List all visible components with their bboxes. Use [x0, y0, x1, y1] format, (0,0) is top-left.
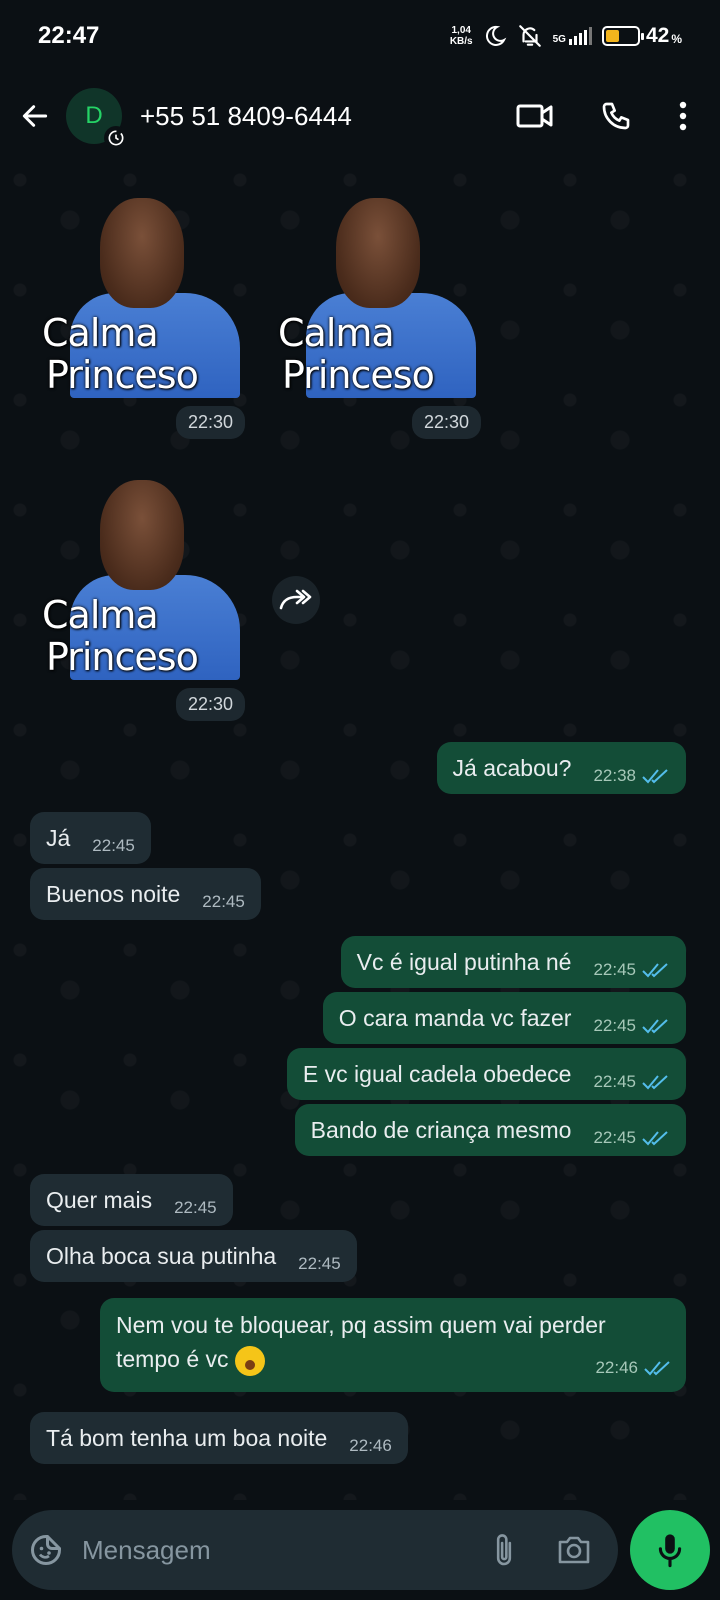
message-text: E vc igual cadela obedece	[302, 1060, 572, 1087]
message-time: 22:45	[593, 1128, 636, 1147]
message-time: 22:45	[202, 892, 245, 911]
sticker-message[interactable]: Calma Princeso	[40, 198, 240, 408]
sticker-text-line2: Princeso	[46, 353, 199, 397]
sticker-message[interactable]: Calma Princeso	[40, 480, 240, 690]
message-bubble-incoming[interactable]: Buenos noite 22:45	[30, 868, 261, 920]
net-speed-unit: KB/s	[449, 36, 473, 47]
message-time: 22:45	[593, 1016, 636, 1035]
mic-icon	[658, 1534, 682, 1568]
disappearing-timer-icon	[104, 126, 128, 150]
status-icons: 1,04 KB/s 5G 42%	[450, 23, 682, 49]
message-bubble-incoming[interactable]: Quer mais 22:45	[30, 1174, 233, 1226]
phone-icon[interactable]	[600, 100, 632, 132]
attach-clip-icon[interactable]	[490, 1531, 518, 1569]
message-input[interactable]	[82, 1534, 490, 1566]
message-time: 22:45	[174, 1198, 217, 1217]
message-time: 22:46	[349, 1436, 392, 1455]
message-bubble-incoming[interactable]: Tá bom tenha um boa noite 22:46	[30, 1412, 408, 1464]
avatar-letter: D	[85, 102, 103, 129]
status-bar: 22:47 1,04 KB/s 5G 42%	[0, 0, 720, 72]
message-composer	[12, 1510, 618, 1590]
read-ticks-icon	[642, 1019, 668, 1034]
message-text: Vc é igual putinha né	[356, 948, 572, 975]
message-text: Tá bom tenha um boa noite	[46, 1424, 328, 1451]
message-bubble-outgoing[interactable]: Nem vou te bloquear, pq assim quem vai p…	[100, 1298, 686, 1392]
message-text: Buenos noite	[46, 880, 181, 907]
header-actions	[516, 100, 702, 132]
sticker-message[interactable]: Calma Princeso	[276, 198, 476, 408]
message-text: Quer mais	[46, 1186, 153, 1213]
message-text: Bando de criança mesmo	[310, 1116, 572, 1143]
read-ticks-icon	[642, 1131, 668, 1146]
signal-icon: 5G	[553, 27, 592, 45]
message-bubble-outgoing[interactable]: Vc é igual putinha né 22:45	[340, 936, 686, 988]
network-type: 5G	[552, 34, 566, 45]
sticker-time: 22:30	[176, 406, 246, 439]
emoji-sticker-icon[interactable]	[28, 1532, 64, 1568]
yawn-emoji-icon	[234, 1345, 265, 1376]
moon-icon	[485, 25, 506, 46]
message-bubble-outgoing[interactable]: O cara manda vc fazer 22:45	[322, 992, 686, 1044]
back-arrow-icon	[22, 105, 48, 127]
message-bubble-outgoing[interactable]: Bando de criança mesmo 22:45	[294, 1104, 686, 1156]
message-time: 22:38	[593, 766, 636, 785]
read-ticks-icon	[642, 1075, 668, 1090]
battery-percent: 42	[645, 24, 670, 47]
message-bubble-outgoing[interactable]: Já acabou? 22:38	[436, 742, 686, 794]
message-time: 22:45	[593, 1072, 636, 1091]
sticker-text-line2: Princeso	[282, 353, 435, 397]
message-text: O cara manda vc fazer	[338, 1004, 572, 1031]
forward-button[interactable]	[272, 576, 320, 624]
message-text: Já acabou?	[452, 754, 572, 781]
message-text-line2: tempo é vc	[116, 1346, 229, 1372]
sticker-text-line1: Calma	[42, 311, 159, 355]
message-time: 22:45	[92, 836, 135, 855]
message-bubble-incoming[interactable]: Já 22:45	[30, 812, 151, 864]
bell-off-icon	[518, 25, 541, 47]
avatar[interactable]: D	[66, 88, 128, 150]
battery-fill	[605, 30, 619, 42]
status-time: 22:47	[38, 22, 100, 49]
net-speed: 1,04 KB/s	[450, 25, 473, 47]
message-text: Já	[46, 824, 71, 851]
chat-area[interactable]: Calma Princeso 22:30 Calma Princeso 22:3…	[0, 160, 720, 1500]
message-text-line1: Nem vou te bloquear, pq assim quem vai p…	[116, 1312, 606, 1338]
sticker-time: 22:30	[412, 406, 482, 439]
more-vert-icon[interactable]	[678, 100, 688, 132]
battery-icon: 42%	[601, 24, 682, 48]
chat-header: D +55 51 8409-6444	[0, 72, 720, 160]
message-time: 22:46	[595, 1358, 638, 1377]
video-call-icon[interactable]	[516, 101, 554, 131]
net-speed-value: 1,04	[451, 25, 471, 36]
contact-name[interactable]: +55 51 8409-6444	[140, 101, 352, 132]
message-bubble-outgoing[interactable]: E vc igual cadela obedece 22:45	[286, 1048, 686, 1100]
message-text: Olha boca sua putinha	[46, 1242, 277, 1269]
forward-icon	[279, 589, 312, 610]
read-ticks-icon	[644, 1361, 670, 1376]
back-button[interactable]	[18, 99, 52, 133]
sticker-time: 22:30	[176, 688, 246, 721]
sticker-text-line1: Calma	[42, 593, 159, 637]
message-time: 22:45	[593, 960, 636, 979]
voice-message-button[interactable]	[630, 1510, 710, 1590]
read-ticks-icon	[642, 963, 668, 978]
message-time: 22:45	[298, 1254, 341, 1273]
sticker-text-line1: Calma	[278, 311, 395, 355]
read-ticks-icon	[642, 769, 668, 784]
message-bubble-incoming[interactable]: Olha boca sua putinha 22:45	[30, 1230, 357, 1282]
camera-icon[interactable]	[556, 1534, 592, 1566]
sticker-text-line2: Princeso	[46, 635, 199, 679]
